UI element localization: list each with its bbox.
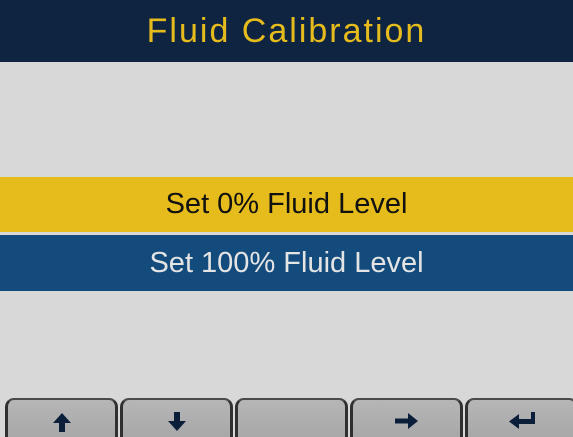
softkey-down-button[interactable] — [120, 398, 233, 437]
menu-item-label: Set 100% Fluid Level — [149, 246, 424, 279]
arrow-up-icon — [52, 413, 71, 432]
title-bar: Fluid Calibration — [0, 0, 573, 62]
arrow-down-icon — [167, 412, 186, 431]
menu-item-set-100-percent[interactable]: Set 100% Fluid Level — [0, 235, 573, 291]
page-title: Fluid Calibration — [146, 12, 427, 50]
softkey-blank-button[interactable] — [235, 398, 348, 437]
softkey-up-button[interactable] — [5, 398, 118, 437]
softkey-right-button[interactable] — [350, 398, 463, 437]
menu-item-label: Set 0% Fluid Level — [165, 188, 408, 220]
calibration-screen: Fluid Calibration Set 0% Fluid Level Set… — [0, 0, 573, 437]
arrow-right-icon — [394, 413, 418, 429]
menu-item-set-0-percent[interactable]: Set 0% Fluid Level — [0, 177, 573, 232]
return-icon — [508, 412, 535, 429]
softkey-bar — [0, 398, 573, 437]
softkey-return-button[interactable] — [465, 398, 573, 437]
